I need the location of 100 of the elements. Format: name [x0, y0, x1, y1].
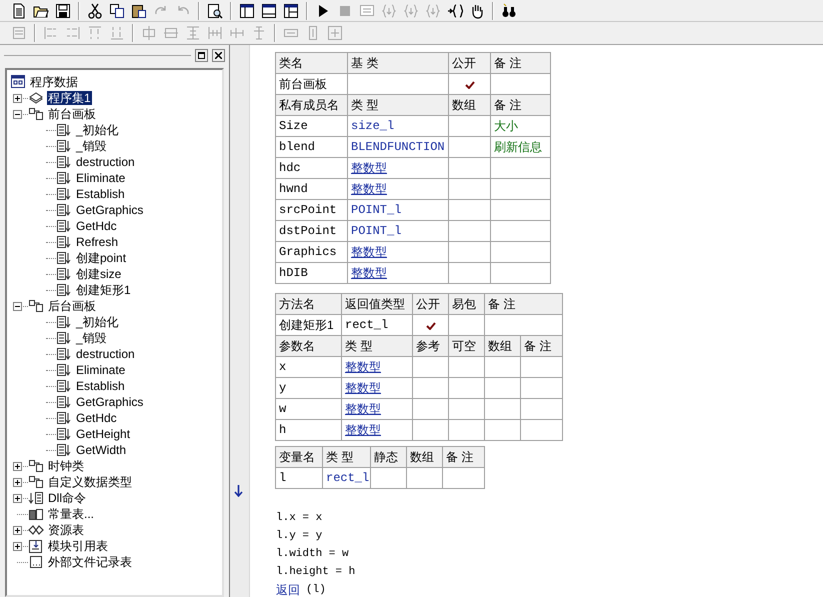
column-header: 公开: [448, 52, 490, 74]
tree-item[interactable]: 外部文件记录表: [47, 555, 133, 569]
code-line: l.y = y: [276, 528, 322, 544]
class-icon: [28, 106, 44, 122]
tree-item[interactable]: Establish: [75, 379, 126, 393]
tree-item[interactable]: _销毁: [75, 139, 108, 153]
tree-item[interactable]: 前台画板: [47, 107, 97, 121]
tree-item[interactable]: 自定义数据类型: [47, 475, 133, 489]
expander-icon[interactable]: [13, 110, 22, 118]
type-cell: POINT_l: [348, 220, 448, 242]
table-cell: y: [276, 378, 342, 398]
expander-icon[interactable]: [13, 462, 22, 470]
tree-item[interactable]: GetWidth: [75, 443, 128, 457]
tree-item[interactable]: GetGraphics: [75, 395, 144, 409]
method-icon: [56, 410, 72, 426]
table-cell: hdc: [276, 158, 348, 178]
align-top-icon: [87, 25, 103, 41]
spacing-icon: [207, 25, 223, 41]
layout-icon: [261, 2, 277, 18]
tree-item[interactable]: 创建矩形1: [75, 283, 132, 297]
size-icon: [327, 25, 343, 41]
code-line: (l): [306, 582, 326, 597]
expander-icon[interactable]: [13, 478, 22, 486]
tree-item[interactable]: 程序数据: [29, 75, 79, 89]
method-icon: [56, 442, 72, 458]
tree-item[interactable]: 后台画板: [47, 299, 97, 313]
note-cell: 大小: [490, 116, 550, 136]
table-cell: h: [276, 420, 342, 440]
class-icon: [28, 458, 44, 474]
type-cell: 整数型: [348, 178, 448, 200]
down-arrow-icon: [234, 485, 243, 497]
method-icon: [56, 234, 72, 250]
column-header: 易包: [448, 294, 484, 314]
maximize-button[interactable]: [195, 48, 208, 62]
tree-item[interactable]: Establish: [75, 187, 126, 201]
tree-item[interactable]: _销毁: [75, 331, 108, 345]
type-cell: 整数型: [348, 242, 448, 262]
close-button[interactable]: [212, 48, 225, 62]
column-header: 返回值类型: [342, 294, 412, 314]
method-icon: [56, 170, 72, 186]
tree-item[interactable]: 资源表: [47, 523, 85, 537]
type-cell: size_l: [348, 116, 448, 136]
braces-icon: [425, 2, 441, 18]
type-cell: 整数型: [348, 158, 448, 178]
tree-item[interactable]: 常量表...: [47, 507, 96, 521]
expander-icon[interactable]: [13, 302, 22, 310]
tree-item[interactable]: GetGraphics: [75, 203, 144, 217]
column-header: 备 注: [520, 336, 562, 356]
code-line: l.x = x: [276, 510, 322, 526]
braces-icon: [447, 2, 463, 18]
expander-icon[interactable]: [13, 94, 22, 102]
method-icon: [56, 426, 72, 442]
method-icon: [56, 250, 72, 266]
type-cell: 整数型: [348, 262, 448, 284]
column-header: 类名: [276, 52, 348, 74]
tree-item[interactable]: _初始化: [75, 123, 120, 137]
column-header: 备 注: [490, 94, 550, 116]
method-icon: [56, 346, 72, 362]
method-icon: [56, 186, 72, 202]
tree-item[interactable]: Eliminate: [75, 171, 126, 185]
table-cell: l: [276, 468, 322, 488]
expander-icon[interactable]: [13, 542, 22, 550]
tree-item[interactable]: Refresh: [75, 235, 120, 249]
spacing-icon: [251, 25, 267, 41]
tree-item[interactable]: 创建point: [75, 251, 128, 265]
tree-item[interactable]: destruction: [75, 155, 136, 169]
type-cell: rect_l: [322, 468, 370, 488]
column-header: 类 型: [342, 336, 412, 356]
expander-icon[interactable]: [13, 494, 22, 502]
tree-item[interactable]: Dll命令: [47, 491, 87, 505]
tree-item[interactable]: _初始化: [75, 315, 120, 329]
tree-item[interactable]: 创建size: [75, 267, 122, 281]
tree-item[interactable]: Eliminate: [75, 363, 126, 377]
class-icon: [28, 298, 44, 314]
column-header: 类 型: [348, 94, 448, 116]
column-header: 方法名: [276, 294, 342, 314]
new-file-icon: [11, 2, 27, 18]
tree-item[interactable]: 程序集1: [47, 91, 92, 105]
column-header: 数组: [406, 446, 442, 468]
tree-item[interactable]: 时钟类: [47, 459, 85, 473]
tree-item[interactable]: GetHdc: [75, 219, 118, 233]
align-icon: [11, 25, 27, 41]
tree-item[interactable]: 模块引用表: [47, 539, 109, 553]
type-cell: POINT_l: [348, 200, 448, 220]
align-bottom-icon: [109, 25, 125, 41]
method-icon: [56, 202, 72, 218]
binoculars-icon: [501, 2, 517, 18]
type-cell: 整数型: [342, 356, 412, 378]
expander-icon[interactable]: [13, 526, 22, 534]
method-icon: [56, 362, 72, 378]
tree-item[interactable]: GetHdc: [75, 411, 118, 425]
maximize-icon: [198, 52, 205, 58]
column-header: 可空: [448, 336, 484, 356]
column-header: 备 注: [490, 52, 550, 74]
tree-item[interactable]: GetHeight: [75, 427, 132, 441]
method-icon: [56, 378, 72, 394]
table-cell: w: [276, 398, 342, 420]
table-cell: x: [276, 356, 342, 378]
tree-item[interactable]: destruction: [75, 347, 136, 361]
table-cell: hDIB: [276, 262, 348, 284]
